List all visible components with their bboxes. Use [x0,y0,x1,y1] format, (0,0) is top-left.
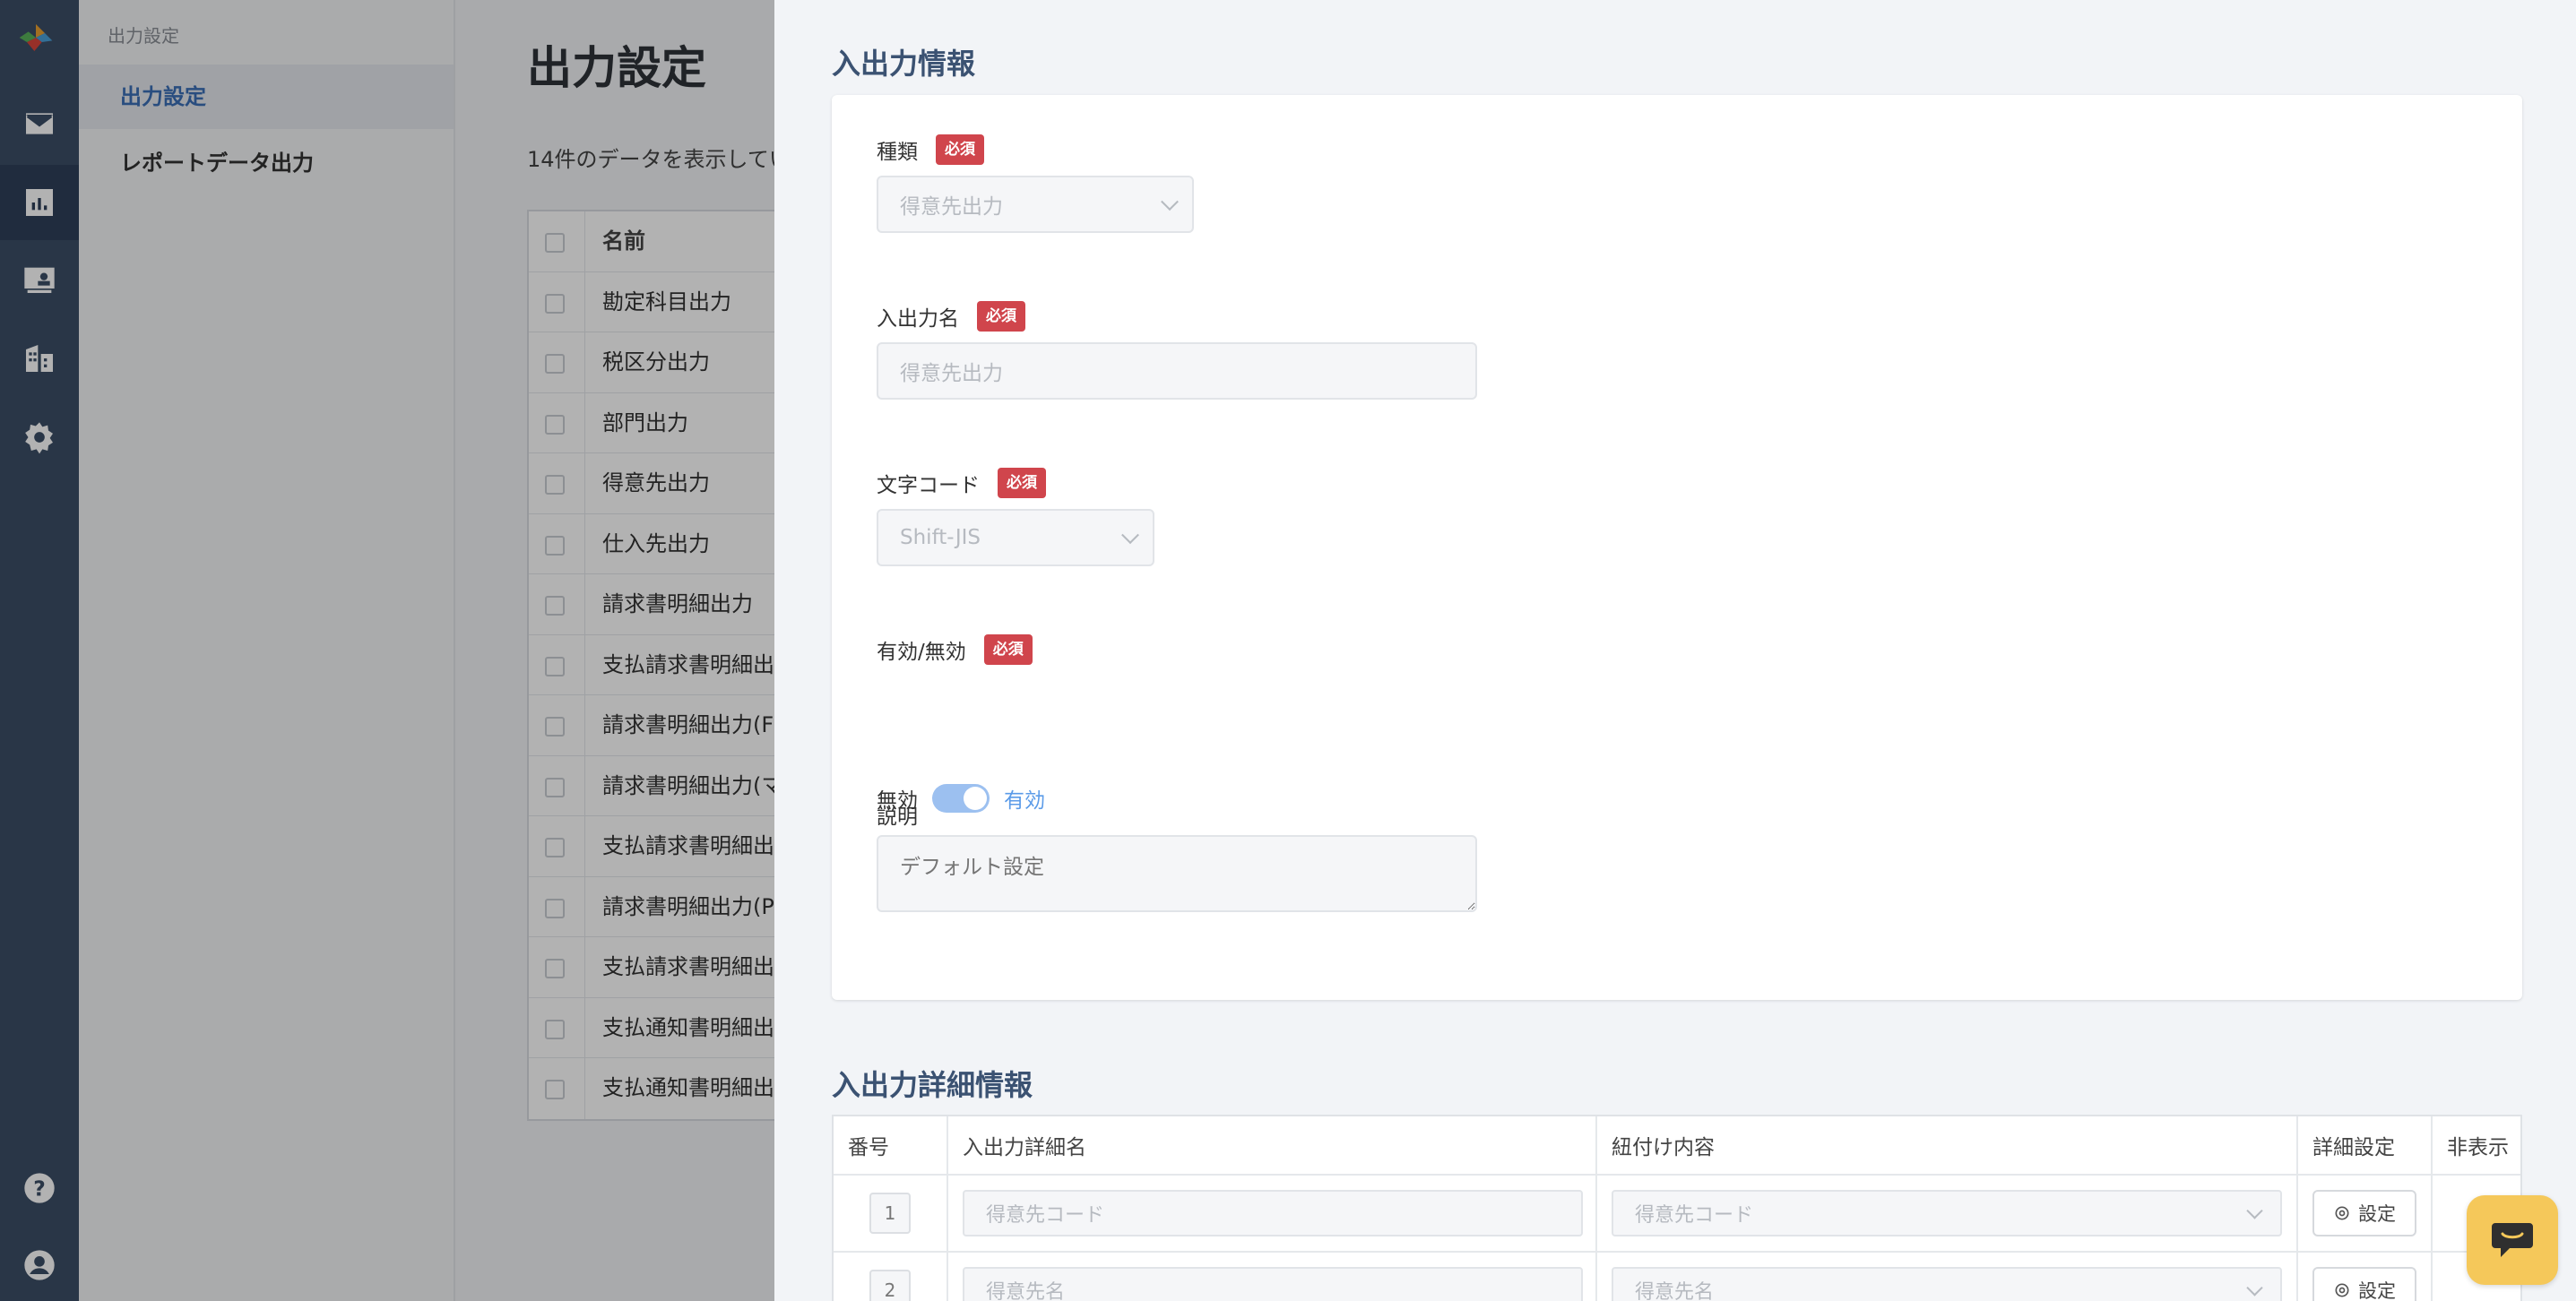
io-info-card: 種類 必須 得意先出力 入出力名 必須 得意先出力 文字コード 必須 Shift… [832,95,2522,1000]
encoding-select[interactable]: Shift-JIS [877,509,1154,566]
enabled-toggle[interactable] [932,784,990,813]
column-header-settings: 詳細設定 [2298,1116,2433,1174]
column-header-detail-name: 入出力詳細名 [948,1116,1597,1174]
chevron-down-icon [1121,526,1139,545]
row-number: 2 [869,1270,911,1301]
name-field-label: 入出力名 必須 [877,301,1025,332]
type-field-label: 種類 必須 [877,134,984,165]
enabled-field-label: 有効/無効 必須 [877,634,1033,665]
table-row: 1 得意先コード 得意先コード 設定 [834,1176,2520,1253]
required-badge: 必須 [936,134,984,165]
column-header-mapping: 紐付け内容 [1597,1116,2298,1174]
io-detail-table: 番号 入出力詳細名 紐付け内容 詳細設定 非表示 1 得意先コード 得意先コード… [832,1115,2522,1301]
name-input[interactable]: 得意先出力 [877,342,1477,400]
enabled-label: 有効/無効 [877,641,966,664]
required-badge: 必須 [977,301,1025,332]
mapping-select[interactable]: 得意先コード [1612,1190,2282,1236]
chevron-down-icon [2246,1279,2263,1297]
detail-name-input[interactable]: 得意先コード [963,1190,1583,1236]
encoding-select-value: Shift-JIS [900,526,981,549]
mapping-select[interactable]: 得意先名 [1612,1267,2282,1301]
description-textarea[interactable] [877,835,1477,912]
row-number: 1 [869,1193,911,1234]
description-field-label: 説明 [877,799,918,830]
encoding-label: 文字コード [877,474,980,497]
chevron-down-icon [2246,1202,2263,1219]
column-header-number: 番号 [834,1116,948,1174]
type-select-value: 得意先出力 [900,195,1003,219]
chat-icon [2492,1223,2533,1257]
section-title-io-info: 入出力情報 [832,47,976,81]
settings-button-label: 設定 [2358,1203,2396,1225]
table-row: 2 得意先名 得意先名 設定 [834,1253,2520,1301]
type-select[interactable]: 得意先出力 [877,176,1194,233]
description-label: 説明 [877,806,918,829]
edit-drawer: 入出力情報 種類 必須 得意先出力 入出力名 必須 得意先出力 文字コード 必須… [774,0,2576,1301]
detail-name-input[interactable]: 得意先名 [963,1267,1583,1301]
detail-name-value: 得意先コード [986,1204,1105,1227]
section-title-io-detail: 入出力詳細情報 [832,1068,1033,1102]
required-badge: 必須 [983,634,1033,665]
gear-icon [2335,1283,2349,1297]
mapping-value: 得意先名 [1635,1281,1715,1301]
detail-name-value: 得意先名 [986,1281,1066,1301]
gear-icon [2335,1206,2349,1220]
chevron-down-icon [1161,193,1179,211]
settings-button-label: 設定 [2358,1280,2396,1301]
toggle-knob [964,787,987,810]
chat-support-button[interactable] [2467,1195,2558,1285]
type-label: 種類 [877,141,918,164]
required-badge: 必須 [998,468,1046,498]
name-label: 入出力名 [877,307,959,331]
mapping-value: 得意先コード [1635,1204,1754,1227]
toggle-on-label: 有効 [1004,789,1045,813]
detail-settings-button[interactable]: 設定 [2312,1267,2416,1301]
detail-table-header: 番号 入出力詳細名 紐付け内容 詳細設定 非表示 [834,1116,2520,1176]
name-input-value: 得意先出力 [900,362,1003,385]
column-header-hidden: 非表示 [2447,1136,2509,1159]
encoding-field-label: 文字コード 必須 [877,468,1046,498]
detail-settings-button[interactable]: 設定 [2312,1190,2416,1236]
